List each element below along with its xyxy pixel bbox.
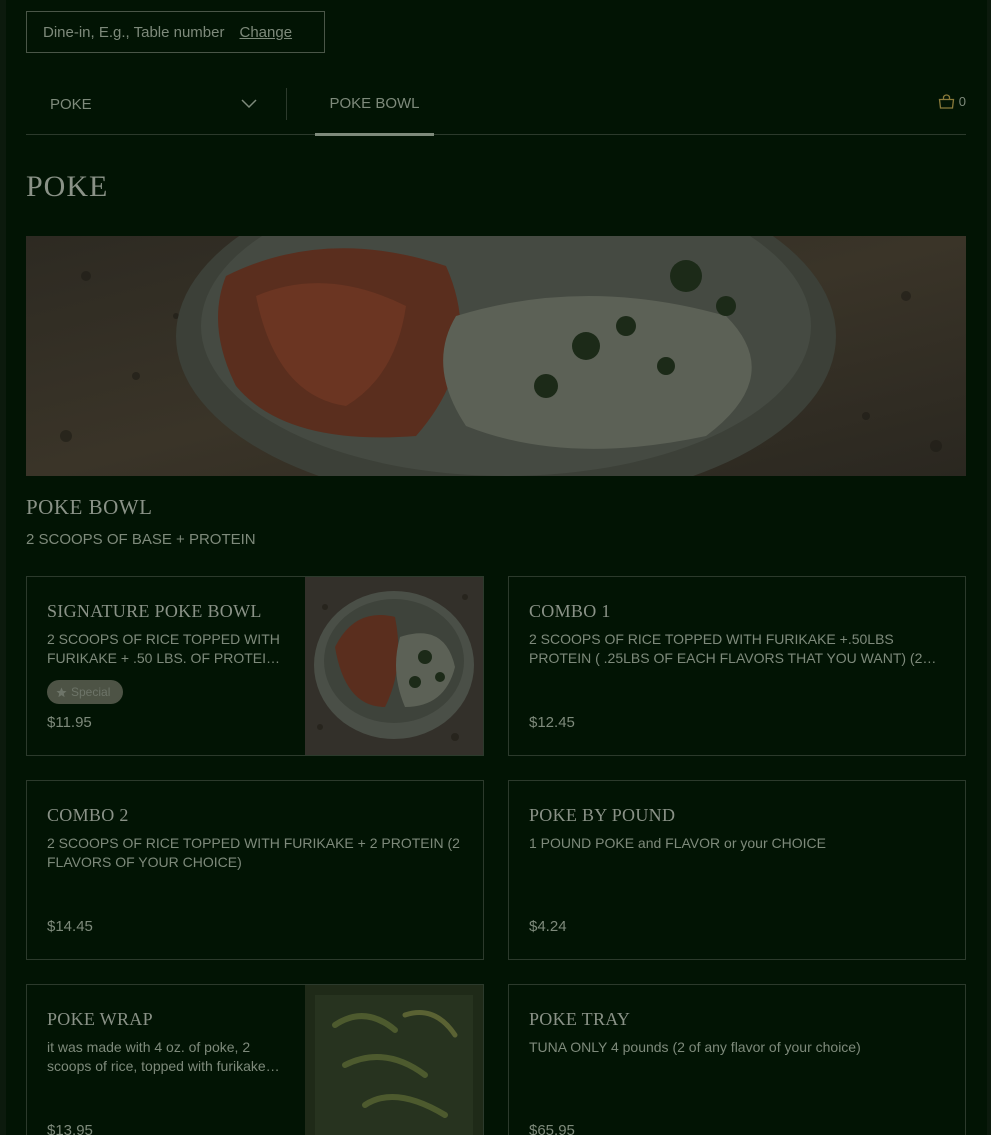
menu-navigation: POKE POKE BOWL 0	[26, 84, 966, 136]
special-badge: Special	[47, 680, 123, 704]
item-description: 1 POUND POKE and FLAVOR or your CHOICE	[529, 835, 826, 851]
item-description: it was made with 4 oz. of poke, 2 scoops…	[47, 1039, 266, 1074]
dine-in-selector[interactable]: Dine-in, E.g., Table number Change	[26, 11, 325, 53]
star-icon	[56, 686, 67, 697]
menu-item-card[interactable]: POKE TRAY TUNA ONLY 4 pounds (2 of any f…	[508, 984, 966, 1135]
item-description: TUNA ONLY 4 pounds (2 of any flavor of y…	[529, 1039, 861, 1055]
menu-item-card[interactable]: POKE BY POUND 1 POUND POKE and FLAVOR or…	[508, 780, 966, 960]
nav-divider	[286, 88, 287, 120]
cart-button[interactable]: 0	[938, 94, 966, 109]
menu-item-card[interactable]: SIGNATURE POKE BOWL 2 SCOOPS OF RICE TOP…	[26, 576, 484, 756]
change-link[interactable]: Change	[240, 24, 293, 41]
item-price: $12.45	[529, 714, 575, 731]
cart-count: 0	[958, 94, 966, 109]
item-description: 2 SCOOPS OF RICE TOPPED WITH FURIKAKE + …	[47, 631, 280, 666]
item-price: $65.95	[529, 1122, 575, 1135]
item-name: COMBO 2	[47, 805, 129, 825]
item-description: 2 SCOOPS OF RICE TOPPED WITH FURIKAKE + …	[47, 835, 460, 870]
category-dropdown[interactable]: POKE	[26, 84, 286, 124]
subsection-title: POKE BOWL	[26, 495, 153, 519]
window-frame-right	[987, 0, 991, 1135]
item-name: POKE WRAP	[47, 1009, 153, 1029]
item-price: $13.95	[47, 1122, 93, 1135]
section-hero-image	[26, 236, 966, 476]
menu-item-card[interactable]: POKE WRAP it was made with 4 oz. of poke…	[26, 984, 484, 1135]
badge-label: Special	[71, 685, 111, 699]
item-name: COMBO 1	[529, 601, 611, 621]
window-frame-left	[0, 0, 6, 1135]
item-image	[305, 985, 483, 1135]
item-name: POKE BY POUND	[529, 805, 676, 825]
menu-item-card[interactable]: COMBO 2 2 SCOOPS OF RICE TOPPED WITH FUR…	[26, 780, 484, 960]
item-price: $11.95	[47, 714, 92, 731]
item-description: 2 SCOOPS OF RICE TOPPED WITH FURIKAKE +.…	[529, 631, 923, 666]
subsection-description: 2 SCOOPS OF BASE + PROTEIN	[26, 531, 256, 548]
item-name: POKE TRAY	[529, 1009, 631, 1029]
menu-item-card[interactable]: COMBO 1 2 SCOOPS OF RICE TOPPED WITH FUR…	[508, 576, 966, 756]
category-dropdown-value: POKE	[50, 95, 92, 113]
shopping-bag-icon	[938, 94, 954, 109]
item-image	[305, 577, 483, 755]
tab-poke-bowl[interactable]: POKE BOWL	[315, 84, 434, 136]
item-name: SIGNATURE POKE BOWL	[47, 601, 262, 621]
chevron-down-icon	[241, 99, 257, 109]
section-title: POKE	[26, 170, 109, 203]
tab-label: POKE BOWL	[329, 95, 420, 112]
item-price: $4.24	[529, 918, 567, 935]
item-price: $14.45	[47, 918, 93, 935]
dine-in-text: Dine-in, E.g., Table number	[43, 23, 225, 41]
